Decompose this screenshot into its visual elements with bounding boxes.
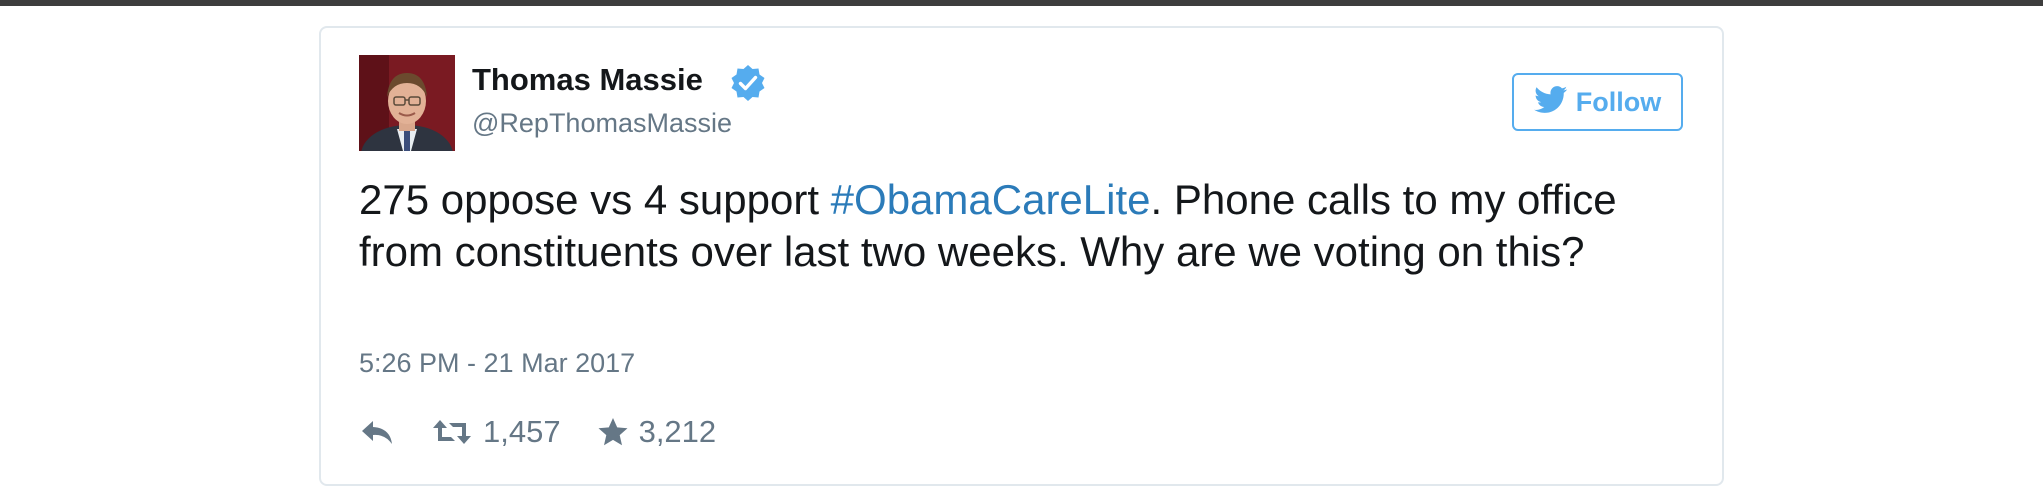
twitter-bird-icon [1533,85,1568,119]
reply-icon [359,417,395,447]
reply-button[interactable] [359,417,395,447]
author-name[interactable]: Thomas Massie [472,62,703,98]
hashtag-link[interactable]: #ObamaCareLite [831,176,1151,223]
top-bar [0,0,2043,6]
retweet-count: 1,457 [483,414,561,449]
like-count: 3,212 [638,414,717,449]
tweet-timestamp[interactable]: 5:26 PM - 21 Mar 2017 [359,348,635,379]
retweet-button[interactable]: 1,457 [431,414,561,450]
author-handle[interactable]: @RepThomasMassie [472,108,732,139]
follow-button[interactable]: Follow [1512,73,1683,131]
tweet-text-part: 275 oppose vs 4 support [359,176,831,223]
tweet-text: 275 oppose vs 4 support #ObamaCareLite. … [359,174,1699,278]
retweet-icon [431,417,473,447]
verified-badge-icon [729,64,767,102]
tweet-actions: 1,457 3,212 [359,412,752,452]
tweet-card: Thomas Massie @RepThomasMassie Follow 27… [319,26,1724,486]
like-button[interactable]: 3,212 [597,414,717,450]
follow-button-label: Follow [1575,86,1662,117]
avatar[interactable] [359,55,455,151]
star-icon [597,417,629,447]
